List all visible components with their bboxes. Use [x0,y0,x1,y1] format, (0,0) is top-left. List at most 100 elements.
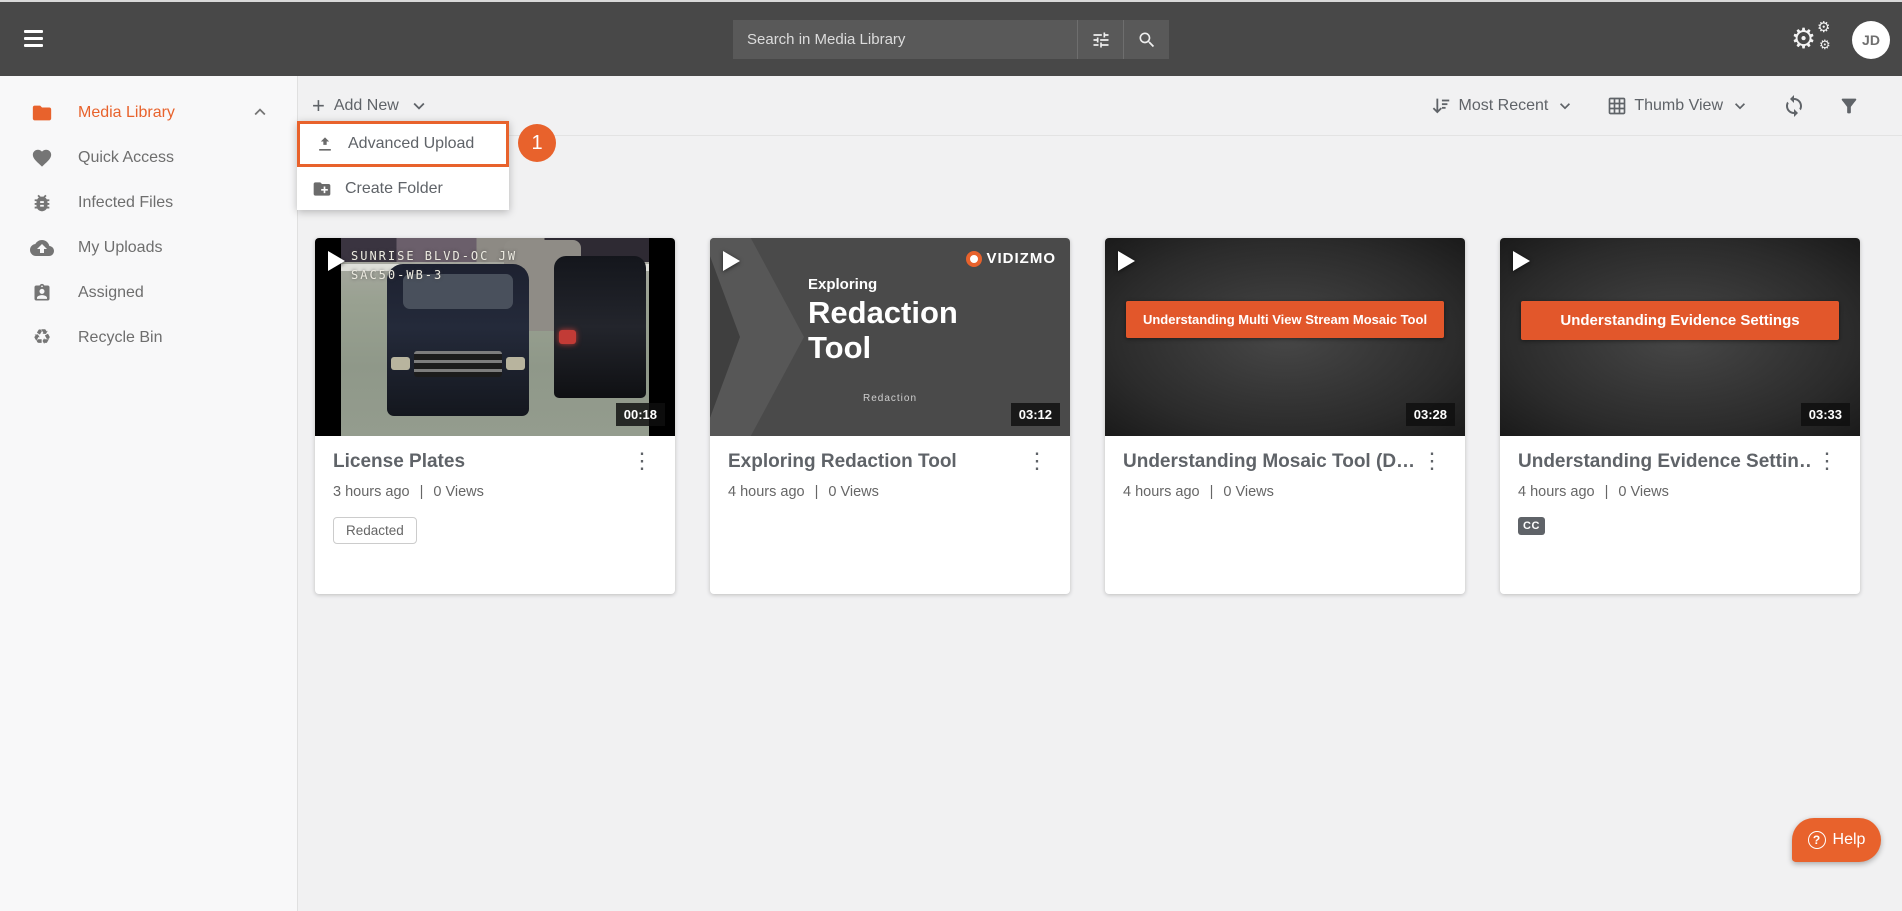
meta-separator: | [419,484,424,500]
add-new-label: Add New [333,96,399,114]
meta-separator: | [1604,484,1609,500]
video-title[interactable]: License Plates [333,451,465,473]
vidizmo-logo: VIDIZMO [965,250,1057,267]
card-body: Understanding Evidence Settin… ⋮ 4 hours… [1500,436,1860,550]
video-views: 0 Views [828,484,879,500]
media-card[interactable]: SUNRISE BLVD-OC JW SAC50-WB-3 00:18 Lice… [315,238,675,594]
media-card[interactable]: Understanding Evidence Settings 03:33 Un… [1500,238,1860,594]
cc-badge: CC [1518,517,1545,535]
card-body: License Plates ⋮ 3 hours ago | 0 Views R… [315,436,675,559]
heart-icon [30,146,54,170]
kebab-menu-icon[interactable]: ⋮ [627,450,657,472]
play-icon[interactable] [1513,251,1530,271]
sidebar-item-infected-files[interactable]: Infected Files [0,180,297,225]
view-mode-label: Thumb View [1634,96,1723,114]
thumbnail-banner: Understanding Evidence Settings [1521,301,1839,340]
avatar[interactable]: JD [1852,21,1890,59]
video-views: 0 Views [433,484,484,500]
view-controls: Most Recent Thumb View [1430,94,1860,118]
add-new-button[interactable]: + Add New [312,92,430,118]
search-filters-icon[interactable] [1078,20,1123,59]
video-views: 0 Views [1223,484,1274,500]
media-card[interactable]: Understanding Multi View Stream Mosaic T… [1105,238,1465,594]
video-meta: 4 hours ago | 0 Views [1123,484,1447,500]
vidizmo-logo-icon [965,250,982,267]
video-age: 4 hours ago [1123,484,1200,500]
video-title[interactable]: Exploring Redaction Tool [728,451,957,473]
chevron-down-icon [1555,96,1575,116]
duration-badge: 03:28 [1405,403,1455,426]
menu-item-label: Create Folder [345,179,443,197]
sidebar-item-label: Recycle Bin [78,328,163,346]
step-annotation-badge: 1 [518,124,556,162]
sidebar-item-quick-access[interactable]: Quick Access [0,135,297,180]
search-icon[interactable] [1124,20,1169,59]
play-icon[interactable] [1118,251,1135,271]
video-thumbnail[interactable]: VIDIZMO Exploring Redaction Tool Redacti… [710,238,1070,436]
sort-icon [1432,98,1449,113]
refresh-button[interactable] [1782,94,1806,118]
video-meta: 4 hours ago | 0 Views [1518,484,1842,500]
camera-overlay-text: SUNRISE BLVD-OC JW SAC50-WB-3 [351,249,518,283]
sidebar-item-label: Assigned [78,283,144,301]
upload-icon [319,137,331,151]
play-icon[interactable] [328,251,345,271]
sidebar-item-my-uploads[interactable]: My Uploads [0,225,297,270]
kebab-menu-icon[interactable]: ⋮ [1022,450,1052,472]
video-meta: 4 hours ago | 0 Views [728,484,1052,500]
duration-badge: 03:33 [1800,403,1850,426]
media-card[interactable]: VIDIZMO Exploring Redaction Tool Redacti… [710,238,1070,594]
redacted-tag: Redacted [333,517,417,544]
video-title[interactable]: Understanding Mosaic Tool (D… [1123,451,1415,473]
id-badge-icon [30,281,54,305]
help-button[interactable]: ? Help [1792,818,1881,862]
hamburger-menu-icon[interactable] [24,30,44,51]
help-label: Help [1832,831,1866,848]
filter-button[interactable] [1838,95,1860,117]
search-input[interactable] [733,20,1077,59]
chevron-down-icon [1730,96,1750,116]
video-age: 3 hours ago [333,484,410,500]
sidebar-item-assigned[interactable]: Assigned [0,270,297,315]
sidebar-item-label: My Uploads [78,238,163,256]
recycle-icon: ♻ [32,326,52,349]
thumbnail-heading: Exploring Redaction Tool [808,276,958,365]
meta-separator: | [814,484,819,500]
menu-item-label: Advanced Upload [348,135,475,152]
video-meta: 3 hours ago | 0 Views [333,484,657,500]
plus-icon: + [312,92,325,118]
question-icon: ? [1807,831,1826,849]
sidebar-item-media-library[interactable]: Media Library [0,90,297,135]
admin-settings-icon[interactable]: ⚙ ⚙ ⚙ [1791,19,1835,62]
video-thumbnail[interactable]: Understanding Multi View Stream Mosaic T… [1105,238,1465,436]
folder-icon [30,101,54,125]
duration-badge: 00:18 [615,403,665,426]
sort-label: Most Recent [1458,96,1549,114]
sort-dropdown[interactable]: Most Recent [1430,95,1576,117]
thumbnail-banner: Understanding Multi View Stream Mosaic T… [1126,301,1444,338]
video-title[interactable]: Understanding Evidence Settin… [1518,451,1812,473]
media-grid: SUNRISE BLVD-OC JW SAC50-WB-3 00:18 Lice… [315,238,1860,594]
video-age: 4 hours ago [1518,484,1595,500]
search-bar [733,20,1169,59]
kebab-menu-icon[interactable]: ⋮ [1417,450,1447,472]
sidebar-item-label: Quick Access [78,148,175,166]
video-age: 4 hours ago [728,484,805,500]
sidebar-item-label: Infected Files [78,193,174,211]
chevron-up-icon[interactable] [249,101,271,128]
filter-funnel-icon [1841,98,1857,113]
duration-badge: 03:12 [1010,403,1060,426]
video-thumbnail[interactable]: SUNRISE BLVD-OC JW SAC50-WB-3 00:18 [315,238,675,436]
bug-icon [30,191,54,215]
play-icon[interactable] [723,251,740,271]
view-mode-dropdown[interactable]: Thumb View [1607,96,1750,116]
sidebar-item-recycle-bin[interactable]: ♻ Recycle Bin [0,315,297,360]
chevron-down-icon [408,95,430,117]
refresh-icon [1786,94,1802,117]
add-new-dropdown-menu: Advanced Upload Create Folder [297,121,509,210]
menu-item-advanced-upload[interactable]: Advanced Upload [297,121,509,167]
kebab-menu-icon[interactable]: ⋮ [1812,450,1842,472]
card-body: Understanding Mosaic Tool (D… ⋮ 4 hours … [1105,436,1465,515]
video-thumbnail[interactable]: Understanding Evidence Settings 03:33 [1500,238,1860,436]
menu-item-create-folder[interactable]: Create Folder [297,167,509,210]
